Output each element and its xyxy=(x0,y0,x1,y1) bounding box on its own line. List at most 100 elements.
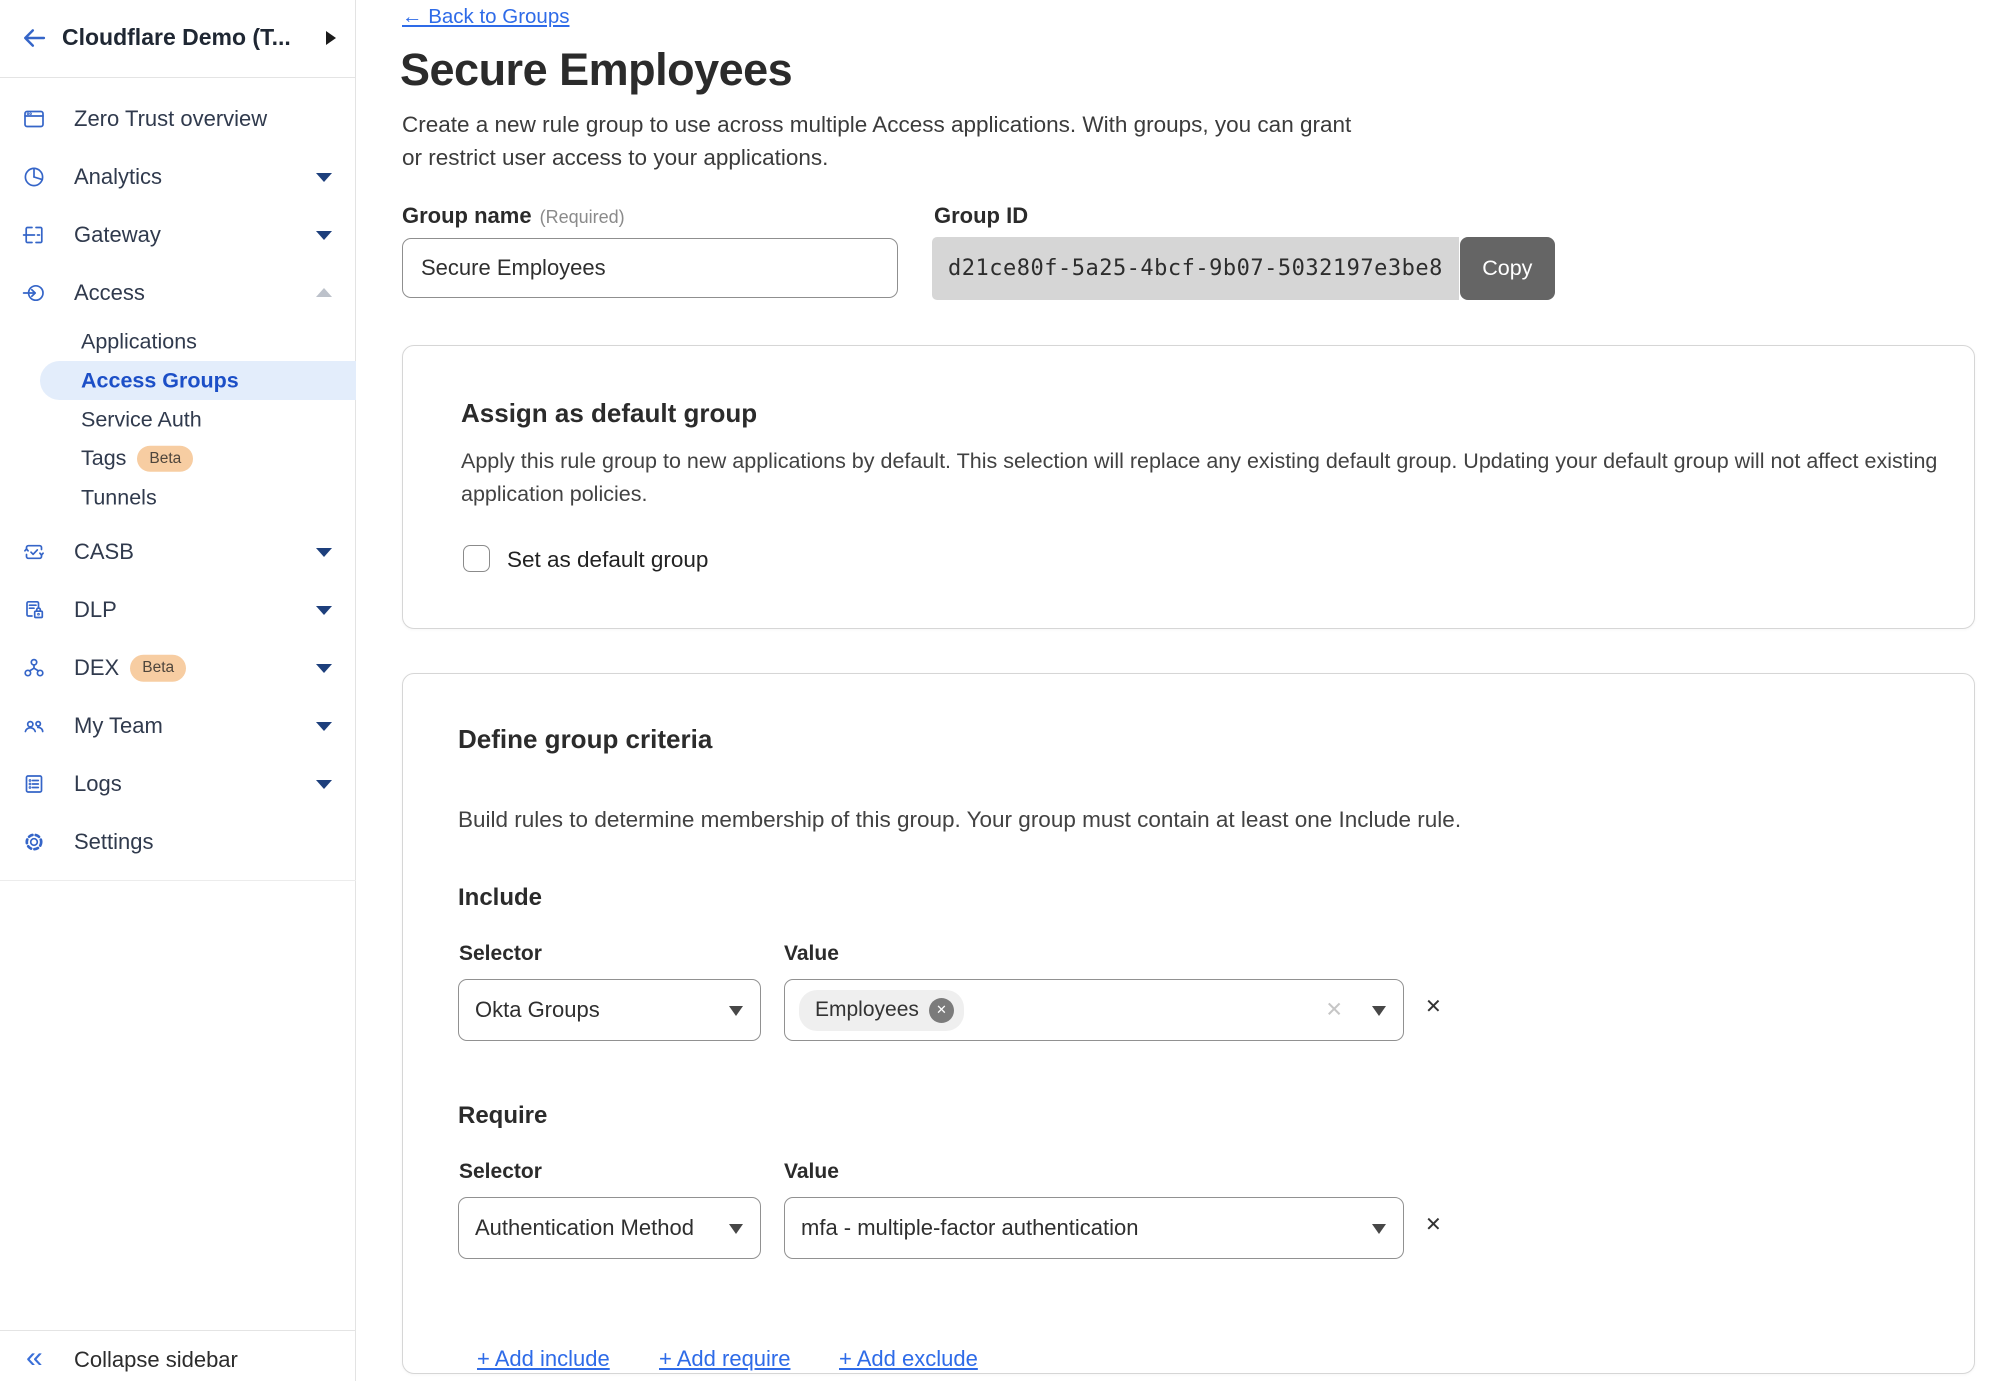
sidebar-item-dlp[interactable]: DLP xyxy=(0,581,356,639)
back-to-groups-link[interactable]: ← Back to Groups xyxy=(402,5,569,29)
chevron-up-icon[interactable] xyxy=(316,288,332,297)
sidebar-item-label: DEX xyxy=(74,655,119,681)
employees-chip: Employees ✕ xyxy=(799,990,964,1031)
sidebar-item-dex[interactable]: DEX Beta xyxy=(0,639,356,697)
sidebar-nav: Zero Trust overview Analytics Gateway A xyxy=(0,90,356,871)
chip-label: Employees xyxy=(815,998,919,1022)
chevron-down-icon xyxy=(1372,1224,1386,1234)
card-body: Build rules to determine membership of t… xyxy=(458,807,1461,833)
add-require-link[interactable]: + Add require xyxy=(659,1346,790,1372)
beta-badge: Beta xyxy=(137,445,193,472)
people-icon xyxy=(22,714,46,738)
card-body-line2: application policies. xyxy=(461,482,647,507)
gateway-icon xyxy=(22,223,46,247)
require-selector-value: Authentication Method xyxy=(475,1215,694,1241)
sidebar-divider xyxy=(0,880,356,881)
sidebar-item-label: Access Groups xyxy=(81,368,239,393)
collapse-sidebar-button[interactable]: « Collapse sidebar xyxy=(0,1330,356,1382)
require-value-label: Value xyxy=(784,1160,839,1184)
require-value-dropdown[interactable]: mfa - multiple-factor authentication xyxy=(784,1197,1404,1259)
required-hint: (Required) xyxy=(540,207,625,227)
remove-include-rule-icon[interactable]: ✕ xyxy=(1425,994,1442,1019)
clear-values-icon[interactable]: ✕ xyxy=(1325,998,1343,1023)
chevron-down-icon[interactable] xyxy=(316,664,332,673)
pie-chart-icon xyxy=(22,165,46,189)
card-title: Define group criteria xyxy=(458,724,712,755)
sidebar-item-my-team[interactable]: My Team xyxy=(0,697,356,755)
include-selector-value: Okta Groups xyxy=(475,997,600,1023)
chevron-down-icon[interactable] xyxy=(316,780,332,789)
sidebar-item-access[interactable]: Access xyxy=(0,264,356,322)
sidebar-item-label: DLP xyxy=(74,597,117,623)
chevron-down-icon[interactable] xyxy=(316,606,332,615)
beta-badge: Beta xyxy=(130,655,186,682)
sidebar-item-label: Settings xyxy=(74,829,154,855)
sidebar-item-gateway[interactable]: Gateway xyxy=(0,206,356,264)
page-description-line1: Create a new rule group to use across mu… xyxy=(402,112,1351,138)
casb-shield-check-icon xyxy=(22,540,46,564)
account-expand-caret-icon[interactable] xyxy=(326,31,336,45)
sidebar-item-service-auth[interactable]: Service Auth xyxy=(0,400,356,439)
sidebar-item-label: Access xyxy=(74,280,145,306)
group-name-label: Group name(Required) xyxy=(402,203,625,229)
collapse-sidebar-label: Collapse sidebar xyxy=(74,1347,238,1373)
card-title: Assign as default group xyxy=(461,398,757,429)
log-list-icon xyxy=(22,772,46,796)
include-heading: Include xyxy=(458,884,542,912)
sidebar-item-tunnels[interactable]: Tunnels xyxy=(0,478,356,517)
include-value-multiselect[interactable]: Employees ✕ ✕ xyxy=(784,979,1404,1041)
sidebar-item-applications[interactable]: Applications xyxy=(0,322,356,361)
browser-window-icon xyxy=(22,107,46,131)
gear-icon xyxy=(22,830,46,854)
include-value-label: Value xyxy=(784,942,839,966)
sidebar-item-zero-trust-overview[interactable]: Zero Trust overview xyxy=(0,90,356,148)
require-selector-label: Selector xyxy=(459,1160,542,1184)
sidebar-item-tags[interactable]: Tags Beta xyxy=(0,439,356,478)
sidebar-item-label: Gateway xyxy=(74,222,161,248)
network-nodes-icon xyxy=(22,656,46,680)
require-heading: Require xyxy=(458,1102,547,1130)
page-description-line2: or restrict user access to your applicat… xyxy=(402,145,828,171)
sidebar-item-access-groups[interactable]: Access Groups xyxy=(40,361,356,400)
sidebar: Cloudflare Demo (T... Zero Trust overvie… xyxy=(0,0,356,1381)
require-value: mfa - multiple-factor authentication xyxy=(801,1215,1139,1241)
group-id-value: d21ce80f-5a25-4bcf-9b07-5032197e3be8 xyxy=(932,237,1459,300)
chevron-down-icon[interactable] xyxy=(316,548,332,557)
sidebar-item-label: Tunnels xyxy=(81,485,157,510)
remove-chip-icon[interactable]: ✕ xyxy=(929,998,954,1023)
define-group-criteria-card: Define group criteria Build rules to det… xyxy=(402,673,1975,1374)
sidebar-item-analytics[interactable]: Analytics xyxy=(0,148,356,206)
add-exclude-link[interactable]: + Add exclude xyxy=(839,1346,978,1372)
group-id-field: d21ce80f-5a25-4bcf-9b07-5032197e3be8 Cop… xyxy=(932,237,1555,300)
document-lock-icon xyxy=(22,598,46,622)
assign-default-group-card: Assign as default group Apply this rule … xyxy=(402,345,1975,629)
account-name[interactable]: Cloudflare Demo (T... xyxy=(62,24,291,51)
group-name-input[interactable] xyxy=(402,238,898,298)
sidebar-item-label: Tags xyxy=(81,446,126,471)
sidebar-item-label: Applications xyxy=(81,329,197,354)
copy-button[interactable]: Copy xyxy=(1460,237,1555,300)
access-login-icon xyxy=(22,281,46,305)
sidebar-item-label: Zero Trust overview xyxy=(74,106,267,132)
collapse-chevrons-icon: « xyxy=(26,1341,43,1375)
page-title: Secure Employees xyxy=(400,44,792,96)
chevron-down-icon[interactable] xyxy=(316,173,332,182)
chevron-down-icon[interactable] xyxy=(316,722,332,731)
chevron-down-icon xyxy=(1372,1006,1386,1016)
sidebar-item-label: My Team xyxy=(74,713,163,739)
set-default-group-checkbox[interactable] xyxy=(463,545,490,572)
sidebar-item-settings[interactable]: Settings xyxy=(0,813,356,871)
require-selector-dropdown[interactable]: Authentication Method xyxy=(458,1197,761,1259)
chevron-down-icon[interactable] xyxy=(316,231,332,240)
add-include-link[interactable]: + Add include xyxy=(477,1346,610,1372)
remove-require-rule-icon[interactable]: ✕ xyxy=(1425,1212,1442,1237)
sidebar-item-logs[interactable]: Logs xyxy=(0,755,356,813)
back-arrow-icon[interactable] xyxy=(20,24,48,52)
group-id-label: Group ID xyxy=(934,203,1028,229)
sidebar-item-casb[interactable]: CASB xyxy=(0,523,356,581)
sidebar-item-label: Service Auth xyxy=(81,407,202,432)
include-selector-dropdown[interactable]: Okta Groups xyxy=(458,979,761,1041)
chevron-down-icon xyxy=(729,1224,743,1234)
set-default-group-label: Set as default group xyxy=(507,547,708,573)
sidebar-item-label: CASB xyxy=(74,539,134,565)
